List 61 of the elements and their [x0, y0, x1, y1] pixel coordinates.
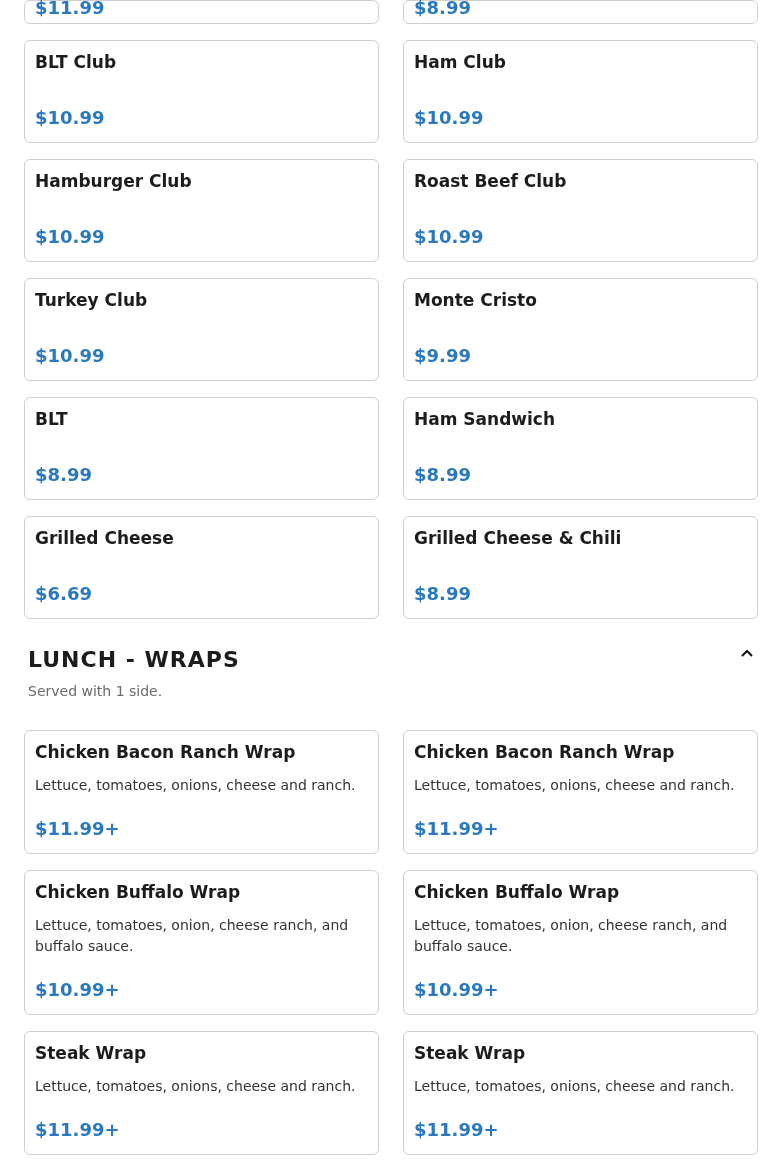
menu-item-card[interactable]: Monte Cristo $9.99	[403, 278, 758, 381]
item-name: Grilled Cheese & Chili	[414, 527, 623, 549]
item-name: Grilled Cheese	[35, 527, 175, 549]
item-description: Lettuce, tomatoes, onion, cheese ranch, and buffalo sauce.	[414, 916, 729, 956]
item-name: Chicken Bacon Ranch Wrap	[35, 741, 297, 763]
item-price: $10.99+	[414, 979, 500, 1001]
item-name: Hamburger Club	[35, 170, 193, 192]
item-name: Ham Sandwich	[414, 408, 557, 430]
section-title: LUNCH - WRAPS	[28, 649, 240, 671]
item-price: $11.99+	[35, 1119, 121, 1141]
menu-item-card[interactable]: Steak Wrap Lettuce, tomatoes, onions, cheese and ranch. $11.99+	[403, 1031, 758, 1155]
item-price: $11.99+	[414, 1119, 500, 1141]
item-description: Lettuce, tomatoes, onion, cheese ranch, and buffalo sauce.	[35, 916, 350, 956]
item-price: $10.99	[35, 226, 106, 248]
item-price: $10.99	[414, 226, 485, 248]
item-name: BLT	[35, 408, 69, 430]
item-price: $6.69	[35, 583, 93, 605]
item-price: $8.99	[35, 464, 93, 486]
item-description: Lettuce, tomatoes, onions, cheese and ranch.	[414, 1077, 736, 1096]
item-description: Lettuce, tomatoes, onions, cheese and ranch.	[414, 776, 736, 795]
item-price: $8.99	[414, 583, 472, 605]
item-price: $11.99	[35, 1, 106, 15]
menu-item-card[interactable]: $11.99	[24, 0, 379, 24]
item-name: Ham Club	[414, 51, 507, 73]
item-name: Steak Wrap	[35, 1042, 148, 1064]
item-price: $10.99+	[35, 979, 121, 1001]
item-name: Chicken Buffalo Wrap	[35, 881, 242, 903]
menu-item-card[interactable]: BLT Club $10.99	[24, 40, 379, 143]
item-price: $9.99	[414, 345, 472, 367]
item-price: $10.99	[35, 107, 106, 129]
menu-item-card[interactable]: Steak Wrap Lettuce, tomatoes, onions, cheese and ranch. $11.99+	[24, 1031, 379, 1155]
menu-item-card[interactable]: Chicken Bacon Ranch Wrap Lettuce, tomatoes, onions, cheese and ranch. $11.99+	[24, 730, 379, 854]
item-price: $10.99	[414, 107, 485, 129]
item-name: Steak Wrap	[414, 1042, 527, 1064]
menu-item-card[interactable]: Grilled Cheese & Chili $8.99	[403, 516, 758, 619]
item-price: $8.99	[414, 1, 472, 15]
item-description: Lettuce, tomatoes, onions, cheese and ranch.	[35, 1077, 357, 1096]
item-price: $11.99+	[414, 818, 500, 840]
menu-item-card[interactable]: $8.99	[403, 0, 758, 24]
item-price: $8.99	[414, 464, 472, 486]
chevron-icon[interactable]	[741, 649, 753, 657]
menu-item-card[interactable]: Chicken Buffalo Wrap Lettuce, tomatoes, onion, cheese ranch, and buffalo sauce. $10.99+	[403, 870, 758, 1015]
section-subtitle: Served with 1 side.	[28, 682, 164, 701]
item-name: Turkey Club	[35, 289, 149, 311]
item-name: Roast Beef Club	[414, 170, 568, 192]
item-price: $11.99+	[35, 818, 121, 840]
item-name: Chicken Buffalo Wrap	[414, 881, 621, 903]
menu-item-card[interactable]: Ham Club $10.99	[403, 40, 758, 143]
menu-item-card[interactable]: Grilled Cheese $6.69	[24, 516, 379, 619]
menu-item-card[interactable]: Hamburger Club $10.99	[24, 159, 379, 262]
menu-item-card[interactable]: Chicken Bacon Ranch Wrap Lettuce, tomatoes, onions, cheese and ranch. $11.99+	[403, 730, 758, 854]
item-name: BLT Club	[35, 51, 118, 73]
menu-item-card[interactable]: Roast Beef Club $10.99	[403, 159, 758, 262]
item-name: Monte Cristo	[414, 289, 538, 311]
item-price: $10.99	[35, 345, 106, 367]
menu-item-card[interactable]: BLT $8.99	[24, 397, 379, 500]
menu-item-card[interactable]: Turkey Club $10.99	[24, 278, 379, 381]
menu-item-card[interactable]: Ham Sandwich $8.99	[403, 397, 758, 500]
menu-item-card[interactable]: Chicken Buffalo Wrap Lettuce, tomatoes, onion, cheese ranch, and buffalo sauce. $10.99+	[24, 870, 379, 1015]
item-name: Chicken Bacon Ranch Wrap	[414, 741, 676, 763]
item-description: Lettuce, tomatoes, onions, cheese and ranch.	[35, 776, 357, 795]
